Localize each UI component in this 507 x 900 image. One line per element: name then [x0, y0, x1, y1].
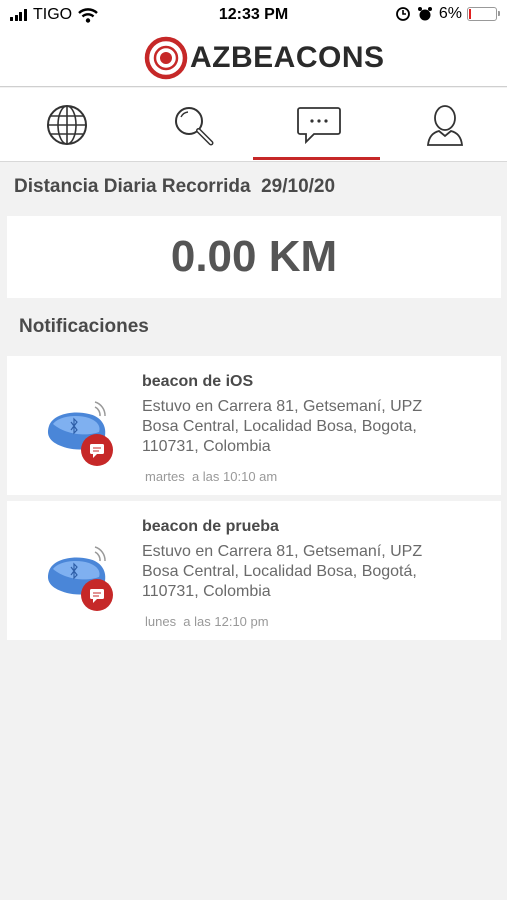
- tab-map[interactable]: [4, 88, 130, 162]
- notification-body: Estuvo en Carrera 81, Getsemaní, UPZ Bos…: [142, 398, 423, 455]
- beacon-icon: [47, 546, 113, 611]
- tab-profile[interactable]: [382, 88, 507, 162]
- app-logo: AZBEACONS: [144, 36, 385, 80]
- globe-icon: [47, 105, 87, 145]
- battery-icon: [467, 7, 500, 21]
- logo-text: AZBEACONS: [190, 41, 385, 74]
- active-tab-indicator: [253, 157, 380, 160]
- notification-body: Estuvo en Carrera 81, Getsemaní, UPZ Bos…: [142, 543, 423, 600]
- notification-title: beacon de iOS: [142, 373, 254, 390]
- notification-time: lunes a las 12:10 pm: [145, 614, 269, 629]
- user-icon: [427, 105, 463, 146]
- notifications-heading: Notificaciones: [19, 316, 149, 337]
- tab-bar: [0, 88, 507, 162]
- alarm-icon: [417, 7, 432, 21]
- logo-mark-icon: [144, 36, 188, 80]
- screen-lock-icon: [395, 7, 410, 21]
- distance-title: Distancia Diaria Recorrida 29/10/20: [14, 176, 336, 197]
- status-bar: TIGO 12:33 PM 6%: [0, 0, 507, 30]
- beacon-icon: [47, 401, 113, 466]
- notification-title: beacon de prueba: [142, 518, 279, 535]
- notification-time: martes a las 10:10 am: [145, 469, 278, 484]
- chat-icon: [297, 107, 341, 145]
- distance-value: 0.00 KM: [170, 232, 338, 281]
- notification-item[interactable]: beacon de iOS Estuvo en Carrera 81, Gets…: [7, 356, 501, 495]
- search-icon: [175, 107, 214, 146]
- notification-item[interactable]: beacon de prueba Estuvo en Carrera 81, G…: [7, 501, 501, 640]
- battery-percent: 6%: [438, 5, 462, 22]
- tab-search[interactable]: [130, 88, 256, 162]
- distance-card: 0.00 KM: [7, 216, 501, 298]
- app-header: AZBEACONS: [0, 30, 507, 87]
- tab-notifications[interactable]: [256, 88, 382, 162]
